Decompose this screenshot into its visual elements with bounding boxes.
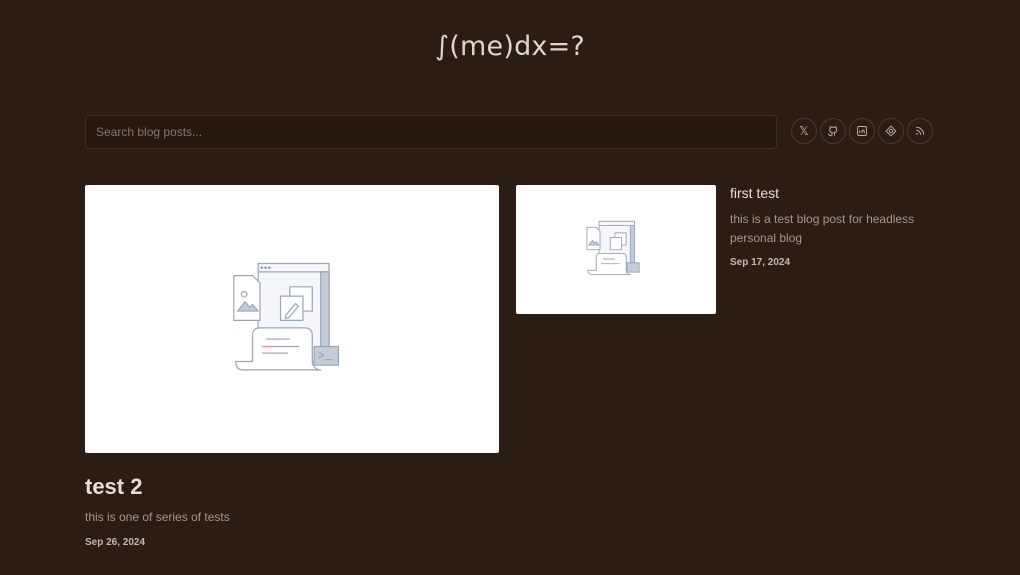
social-links: 𝕏 bbox=[791, 118, 933, 144]
featured-post-image[interactable] bbox=[85, 185, 499, 453]
featured-post-date: Sep 26, 2024 bbox=[85, 537, 146, 548]
search-input[interactable] bbox=[85, 115, 777, 149]
rss-icon bbox=[916, 126, 925, 135]
post-date: Sep 17, 2024 bbox=[730, 257, 791, 268]
devto-icon bbox=[885, 125, 897, 137]
rss-link[interactable] bbox=[907, 118, 933, 144]
site-title[interactable]: ∫(me)dx=? bbox=[0, 31, 1020, 62]
post-image[interactable] bbox=[516, 185, 716, 314]
post-description: this is a test blog post for headless pe… bbox=[730, 212, 915, 245]
blog-illustration-icon bbox=[233, 262, 340, 371]
featured-post-title[interactable]: test 2 bbox=[85, 474, 142, 500]
devto-link[interactable] bbox=[878, 118, 904, 144]
github-link[interactable] bbox=[820, 118, 846, 144]
x-icon: 𝕏 bbox=[799, 124, 809, 138]
featured-post-description: this is one of series of tests bbox=[85, 510, 230, 524]
linkedin-icon bbox=[857, 126, 867, 136]
blog-illustration-icon bbox=[586, 220, 640, 275]
post-title[interactable]: first test bbox=[730, 185, 779, 201]
github-icon bbox=[827, 126, 838, 137]
x-link[interactable]: 𝕏 bbox=[791, 118, 817, 144]
linkedin-link[interactable] bbox=[849, 118, 875, 144]
